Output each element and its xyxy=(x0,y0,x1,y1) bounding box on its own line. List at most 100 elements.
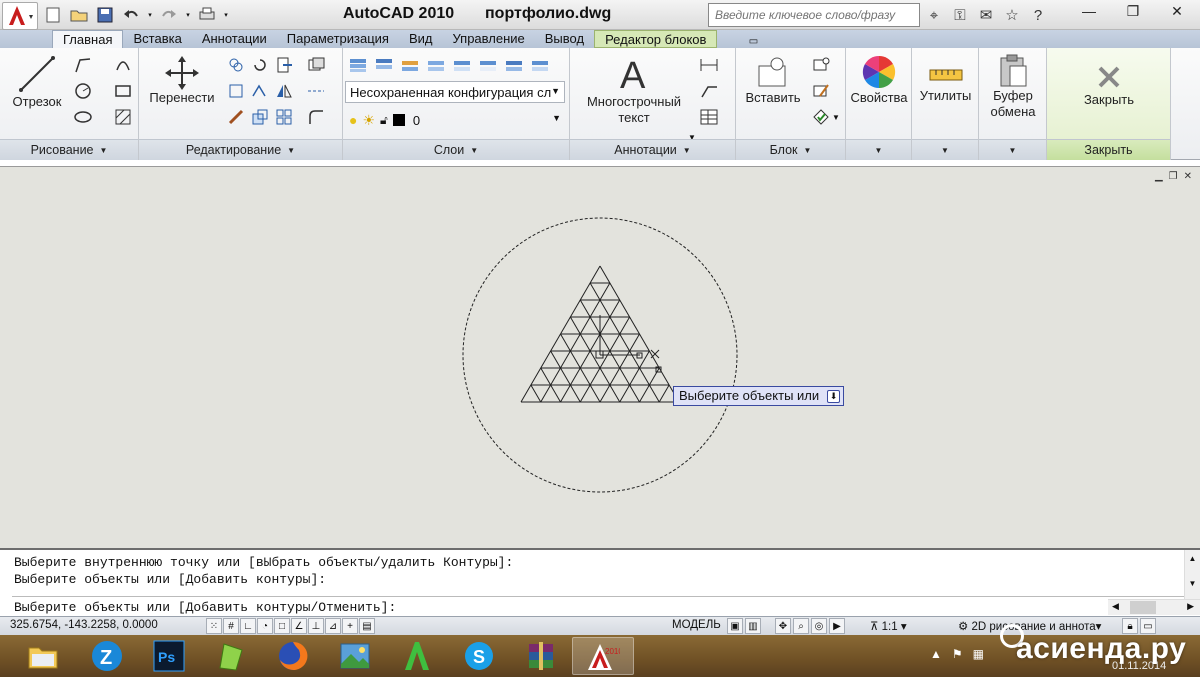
panel-utilities-footer[interactable]: ▼ xyxy=(912,139,978,160)
dynamic-input-icon[interactable]: ⊿ xyxy=(325,618,341,634)
erase-icon[interactable] xyxy=(305,54,327,76)
scroll-up-icon[interactable]: ▲ xyxy=(1185,554,1200,563)
explode-icon[interactable] xyxy=(305,80,327,102)
object-snap-icon[interactable]: □ xyxy=(274,618,290,634)
save-icon[interactable] xyxy=(94,5,116,25)
new-file-icon[interactable] xyxy=(42,5,64,25)
ribbon-minimize-icon[interactable]: ▭ xyxy=(741,34,765,48)
command-prompt[interactable]: Выберите объекты или [Добавить контуры/О… xyxy=(14,600,396,615)
insert-block-button[interactable]: Вставить xyxy=(742,56,804,106)
redo-icon[interactable] xyxy=(158,5,180,25)
hatch-icon[interactable] xyxy=(112,106,134,128)
scroll-left-icon[interactable]: ◀ xyxy=(1112,601,1119,612)
fillet-icon[interactable] xyxy=(225,106,247,128)
tab-block-editor[interactable]: Редактор блоков xyxy=(594,30,718,48)
layer-lock-icon[interactable] xyxy=(477,54,499,76)
zoom-icon[interactable]: ⌕ xyxy=(793,618,809,634)
panel-clipboard-footer[interactable]: ▼ xyxy=(979,139,1046,160)
layer-properties-icon[interactable] xyxy=(347,54,369,76)
coordinates-readout[interactable]: 325.6754, -143.2258, 0.0000 xyxy=(10,619,158,631)
grid-display-icon[interactable]: # xyxy=(223,618,239,634)
arc-icon[interactable] xyxy=(112,54,134,76)
search-input[interactable] xyxy=(709,4,919,26)
steering-wheel-icon[interactable]: ◎ xyxy=(811,618,827,634)
panel-draw-footer[interactable]: Рисование ▼ xyxy=(0,139,138,160)
action-center-flag-icon[interactable]: ⚑ xyxy=(952,647,963,661)
table-icon[interactable] xyxy=(698,106,720,128)
mtext-button[interactable]: A Многострочный текст xyxy=(578,54,690,126)
layer-previous-icon[interactable] xyxy=(529,54,551,76)
restore-icon[interactable]: ❐ xyxy=(1111,0,1155,22)
polar-tracking-icon[interactable]: ◔ xyxy=(257,618,273,634)
tab-insert[interactable]: Вставка xyxy=(123,30,191,48)
tab-home[interactable]: Главная xyxy=(52,30,124,48)
drawing-area[interactable]: ▁ ❐ ✕ Выберите объекты или ⬇ xyxy=(0,166,1200,548)
panel-properties-footer[interactable]: ▼ xyxy=(846,139,911,160)
layer-state-icon[interactable] xyxy=(373,54,395,76)
polyline-icon[interactable] xyxy=(72,54,94,76)
quick-properties-icon[interactable]: ▤ xyxy=(359,618,375,634)
rotate-icon[interactable] xyxy=(249,54,271,76)
layer-match-icon[interactable] xyxy=(503,54,525,76)
taskbar-photoshop[interactable]: Ps xyxy=(138,637,200,675)
taskbar-notepad[interactable] xyxy=(200,637,262,675)
pan-icon[interactable]: ✥ xyxy=(775,618,791,634)
network-icon[interactable]: ▦ xyxy=(973,647,984,661)
taskbar-winrar[interactable] xyxy=(510,637,572,675)
layer-dropdown[interactable]: ● ☀ 🔓︎ 0 ▼ xyxy=(345,109,565,131)
panel-layers-footer[interactable]: Слои ▼ xyxy=(343,139,569,160)
layer-off-icon[interactable] xyxy=(425,54,447,76)
application-menu-button[interactable] xyxy=(2,2,38,30)
tab-output[interactable]: Вывод xyxy=(535,30,594,48)
line-button[interactable]: Отрезок xyxy=(8,54,66,110)
subscription-key-icon[interactable]: ⚿ xyxy=(948,4,972,26)
layer-isolate-icon[interactable] xyxy=(399,54,421,76)
edit-block-icon[interactable] xyxy=(810,80,832,102)
minimize-icon[interactable]: — xyxy=(1067,0,1111,22)
taskbar-explorer[interactable] xyxy=(12,637,74,675)
close-window-icon[interactable]: ✕ xyxy=(1155,0,1199,22)
command-vertical-scrollbar[interactable]: ▲ ▼ xyxy=(1184,550,1200,600)
properties-button[interactable]: Свойства xyxy=(848,54,910,106)
edit-attributes-icon[interactable] xyxy=(810,106,832,128)
model-layout-icon[interactable]: ▣ xyxy=(727,618,743,634)
command-horizontal-scrollbar[interactable]: ◀ ▶ xyxy=(1108,599,1200,615)
showmotion-icon[interactable]: ▶ xyxy=(829,618,845,634)
panel-annotation-footer[interactable]: Аннотации ▼ xyxy=(570,139,735,160)
tab-annotate[interactable]: Аннотации xyxy=(192,30,277,48)
circle-icon[interactable] xyxy=(72,80,94,102)
taskbar-zoom[interactable]: Z xyxy=(76,637,138,675)
show-hidden-icons-icon[interactable]: ▲ xyxy=(930,647,942,661)
undo-icon[interactable] xyxy=(120,5,142,25)
mirror-copy-icon[interactable] xyxy=(225,80,247,102)
scale-icon[interactable] xyxy=(249,106,271,128)
scroll-right-icon[interactable]: ▶ xyxy=(1187,601,1194,612)
ellipse-icon[interactable] xyxy=(72,106,94,128)
tooltip-options-icon[interactable]: ⬇ xyxy=(827,390,841,403)
object-snap-tracking-icon[interactable]: ∠ xyxy=(291,618,307,634)
close-block-editor-button[interactable]: Закрыть xyxy=(1067,62,1151,108)
trim-icon[interactable] xyxy=(273,54,295,76)
array-icon[interactable] xyxy=(273,106,295,128)
undo-dropdown-icon[interactable]: ▾ xyxy=(146,5,154,25)
utilities-button[interactable]: Утилиты xyxy=(914,62,977,104)
scroll-thumb[interactable] xyxy=(1130,601,1156,614)
scroll-down-icon[interactable]: ▼ xyxy=(1185,579,1200,588)
tab-view[interactable]: Вид xyxy=(399,30,443,48)
taskbar-autocad-green[interactable] xyxy=(386,637,448,675)
offset-icon[interactable] xyxy=(305,106,327,128)
snap-mode-icon[interactable]: ⁙ xyxy=(206,618,222,634)
tab-manage[interactable]: Управление xyxy=(442,30,534,48)
plot-icon[interactable] xyxy=(196,5,218,25)
layer-freeze-icon[interactable] xyxy=(451,54,473,76)
panel-block-footer[interactable]: Блок ▼ xyxy=(736,139,845,160)
workspace-switcher[interactable]: ⚙ 2D рисование и аннота▾ xyxy=(958,619,1101,633)
rectangle-icon[interactable] xyxy=(112,80,134,102)
annotation-scale[interactable]: ⊼ 1:1 ▾ xyxy=(870,619,907,633)
move-button[interactable]: Перенести xyxy=(147,56,217,106)
taskbar-autocad-2010[interactable]: 2010 xyxy=(572,637,634,675)
open-file-icon[interactable] xyxy=(68,5,90,25)
model-space-label[interactable]: МОДЕЛЬ xyxy=(672,619,721,631)
allow-ucs-icon[interactable]: ⊥ xyxy=(308,618,324,634)
redo-dropdown-icon[interactable]: ▾ xyxy=(184,5,192,25)
